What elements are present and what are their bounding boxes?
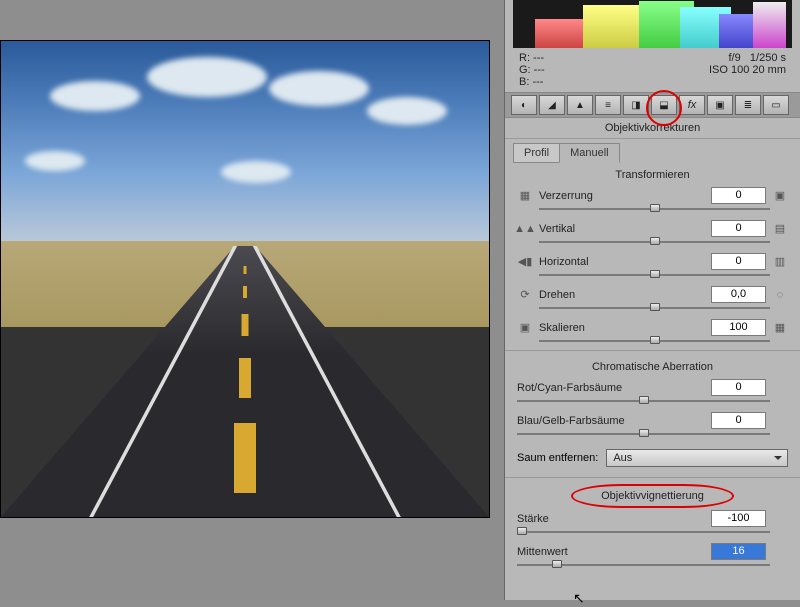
right-panel: R: --- G: --- B: --- f/9 1/250 s ISO 100… [504,0,800,600]
redcyan-value[interactable]: 0 [711,379,766,396]
tab-detail-icon[interactable]: ▲ [567,95,593,115]
panel-title: Objektivkorrekturen [505,118,800,139]
defringe-label: Saum entfernen: [517,452,598,464]
midpoint-slider[interactable] [517,562,770,568]
chroma-heading: Chromatische Aberration [505,355,800,377]
amount-value[interactable]: -100 [711,510,766,527]
redcyan-slider[interactable] [517,398,770,404]
scale-value[interactable]: 100 [711,319,766,336]
canvas-area [0,40,490,520]
redcyan-label: Rot/Cyan-Farbsäume [517,382,705,394]
blueyellow-label: Blau/Gelb-Farbsäume [517,415,705,427]
tab-snapshot-icon[interactable]: ▭ [763,95,789,115]
distortion-icon: ▦ [517,189,533,203]
distortion-slider[interactable] [539,206,770,212]
horizontal-r-icon: ▥ [772,255,788,269]
scale-icon: ▣ [517,321,533,335]
transform-heading: Transformieren [505,163,800,185]
distortion-label: Verzerrung [539,190,705,202]
vignette-heading: Objektivvignettierung [505,482,800,508]
tab-basic-icon[interactable]: ◐ [511,95,537,115]
tab-curve-icon[interactable]: ◢ [539,95,565,115]
subtab-manual[interactable]: Manuell [559,143,620,163]
tab-hsl-icon[interactable]: ≡ [595,95,621,115]
blueyellow-slider[interactable] [517,431,770,437]
horizontal-value[interactable]: 0 [711,253,766,270]
exif-iso-focal: ISO 100 20 mm [709,64,786,76]
rotate-label: Drehen [539,289,705,301]
panel-tabstrip: ◐ ◢ ▲ ≡ ◨ ⬓ fx ▣ ≣ ▭ [505,92,800,118]
subtabs: Profil Manuell [505,139,800,163]
preview-image [0,40,490,518]
distortion-value[interactable]: 0 [711,187,766,204]
rotate-value[interactable]: 0,0 [711,286,766,303]
sky [1,41,489,241]
histogram [513,0,792,48]
exif-g: G: --- [519,64,545,76]
horizontal-label: Horizontal [539,256,705,268]
defringe-dropdown[interactable]: Aus [606,449,788,467]
subtab-profile[interactable]: Profil [513,143,560,163]
vertical-icon: ▲▲ [517,222,533,236]
scale-slider[interactable] [539,338,770,344]
exif-shutter: 1/250 s [750,52,786,64]
vertical-slider[interactable] [539,239,770,245]
vertical-value[interactable]: 0 [711,220,766,237]
horizontal-icon: ◀▮ [517,255,533,269]
midpoint-value[interactable]: 16 [711,543,766,560]
scale-r-icon: ▦ [772,321,788,335]
exif-readout: R: --- G: --- B: --- f/9 1/250 s ISO 100… [505,48,800,92]
amount-label: Stärke [517,513,705,525]
exif-b: B: --- [519,76,545,88]
tab-lens-icon[interactable]: ⬓ [651,95,677,115]
rotate-r-icon: ◌ [772,288,788,302]
vertical-label: Vertikal [539,223,705,235]
horizontal-slider[interactable] [539,272,770,278]
tab-split-icon[interactable]: ◨ [623,95,649,115]
scale-label: Skalieren [539,322,705,334]
tab-presets-icon[interactable]: ≣ [735,95,761,115]
exif-aperture: f/9 [729,52,741,64]
blueyellow-value[interactable]: 0 [711,412,766,429]
exif-r: R: --- [519,52,545,64]
vertical-r-icon: ▤ [772,222,788,236]
tab-camera-icon[interactable]: ▣ [707,95,733,115]
midpoint-label: Mittenwert [517,546,705,558]
rotate-icon: ⟳ [517,288,533,302]
tab-fx-icon[interactable]: fx [679,95,705,115]
amount-slider[interactable] [517,529,770,535]
distortion-r-icon: ▣ [772,189,788,203]
rotate-slider[interactable] [539,305,770,311]
